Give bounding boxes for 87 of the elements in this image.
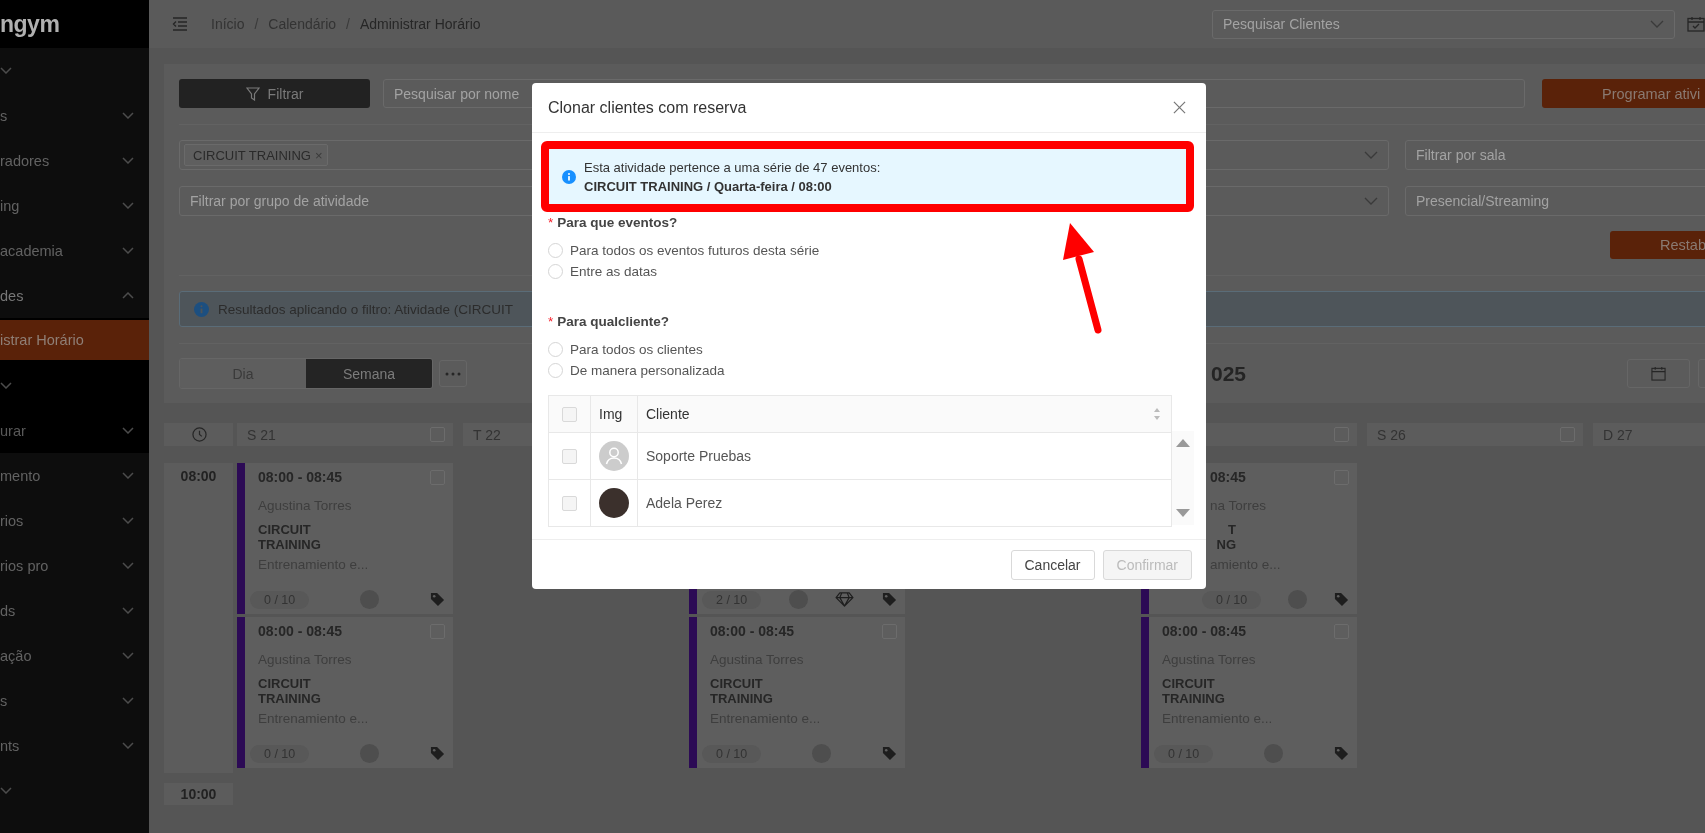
modal-title: Clonar clientes com reserva bbox=[548, 98, 747, 117]
radio-button[interactable] bbox=[548, 363, 563, 378]
sidebar-subitem[interactable]: urar bbox=[0, 408, 149, 453]
sidebar-item[interactable]: rios bbox=[0, 498, 149, 543]
caret-icon bbox=[1364, 151, 1378, 159]
select-all-checkbox[interactable] bbox=[562, 406, 577, 422]
more-dots-icon bbox=[445, 371, 461, 376]
activity-name: CIRCUIT TRAINING bbox=[258, 522, 322, 552]
tag-icon bbox=[881, 592, 897, 607]
info-icon bbox=[562, 169, 576, 184]
event-time: 08:00 - 08:45 bbox=[258, 469, 343, 485]
activity-name: T NG bbox=[1215, 522, 1236, 552]
close-icon[interactable] bbox=[1173, 101, 1186, 114]
logo-text: ngym bbox=[0, 10, 60, 38]
radio-label[interactable]: Para todos os eventos futuros desta série bbox=[570, 243, 820, 258]
sidebar-item[interactable]: rios pro bbox=[0, 543, 149, 588]
activity-name: CIRCUIT TRAINING bbox=[258, 676, 322, 706]
required-mark: * bbox=[548, 313, 554, 331]
view-tab[interactable]: Semana bbox=[306, 359, 432, 388]
breadcrumb-separator: / bbox=[254, 16, 259, 32]
radio-label[interactable]: Para todos os clientes bbox=[570, 342, 703, 357]
event-time: 08:00 - 08:45 bbox=[258, 623, 343, 639]
caret-icon bbox=[1364, 197, 1378, 205]
sidebar-item[interactable]: ing bbox=[0, 183, 149, 228]
column-header[interactable]: Cliente bbox=[646, 406, 690, 422]
row-checkbox[interactable] bbox=[562, 495, 577, 511]
row-checkbox[interactable] bbox=[562, 448, 577, 464]
clock-icon bbox=[192, 427, 207, 442]
table-cell-text: Adela Perez bbox=[645, 494, 724, 513]
tag-icon bbox=[1334, 746, 1349, 761]
event-time: 08:00 - 08:45 bbox=[1162, 623, 1247, 639]
sidebar-item[interactable]: academia bbox=[0, 228, 149, 273]
avatar-placeholder bbox=[788, 590, 808, 609]
radio-label[interactable]: Entre as datas bbox=[570, 264, 658, 279]
cancel-button[interactable]: Cancelar bbox=[1010, 550, 1095, 580]
time-label: 10:00 bbox=[180, 786, 217, 804]
column-header: Img bbox=[591, 396, 638, 432]
sidebar-item[interactable]: des bbox=[0, 273, 149, 318]
room-filter-field[interactable]: Filtrar por sala bbox=[1405, 140, 1705, 170]
menu-icon[interactable] bbox=[172, 17, 188, 31]
avatar-silhouette-icon bbox=[599, 441, 629, 471]
calendar-check-icon[interactable] bbox=[1687, 16, 1705, 32]
sidebar-item[interactable]: s bbox=[0, 93, 149, 138]
sidebar-item[interactable]: ds bbox=[0, 588, 149, 633]
sidebar-item[interactable]: ação bbox=[0, 633, 149, 678]
tag-icon bbox=[430, 592, 445, 607]
more-button[interactable] bbox=[439, 360, 467, 387]
event-time: 08:00 - 08:45 bbox=[710, 623, 795, 639]
tag-icon bbox=[1334, 592, 1349, 607]
caret-icon bbox=[1650, 20, 1664, 28]
question-label: Para que eventos? bbox=[557, 214, 678, 232]
time-label: 08:00 bbox=[180, 468, 217, 486]
avatar-circle bbox=[599, 488, 629, 518]
client-search-field[interactable]: Pesquisar Clientes bbox=[1212, 9, 1675, 39]
tag-icon bbox=[882, 746, 897, 761]
tag-remove-button[interactable]: × bbox=[315, 147, 323, 163]
series-detail: CIRCUIT TRAINING / Quarta-feira / 08:00 bbox=[584, 177, 833, 196]
radio-button[interactable] bbox=[548, 264, 563, 279]
filter-button[interactable]: Filtrar bbox=[179, 79, 370, 108]
sidebar-item[interactable]: nts bbox=[0, 723, 149, 768]
breadcrumb-separator: / bbox=[346, 16, 350, 32]
question-label: Para qualcliente? bbox=[557, 313, 670, 331]
sidebar-item[interactable]: mento bbox=[0, 453, 149, 498]
calendar-icon bbox=[1651, 366, 1666, 381]
sort-icon[interactable] bbox=[1153, 407, 1161, 421]
calendar-title: 025 bbox=[1211, 361, 1247, 386]
activity-name: CIRCUIT TRAINING bbox=[710, 676, 774, 706]
table-cell-text: Soporte Pruebas bbox=[645, 447, 753, 466]
mode-filter-field[interactable]: Presencial/Streaming bbox=[1405, 186, 1705, 216]
tag-icon bbox=[430, 746, 445, 761]
activity-name: CIRCUIT TRAINING bbox=[1162, 676, 1226, 706]
scroll-up-icon[interactable] bbox=[1176, 439, 1190, 447]
funnel-icon bbox=[245, 86, 260, 101]
event-time: 08:45 bbox=[1210, 469, 1246, 485]
info-icon bbox=[194, 301, 209, 317]
series-alert-text: Esta atividade pertence a uma série de 47 eventos: bbox=[584, 158, 881, 177]
sidebar-item[interactable]: radores bbox=[0, 138, 149, 183]
radio-button[interactable] bbox=[548, 243, 563, 258]
scroll-down-icon[interactable] bbox=[1176, 509, 1190, 517]
radio-label[interactable]: De manera personalizada bbox=[570, 363, 725, 378]
date-picker-button[interactable] bbox=[1627, 359, 1690, 388]
required-mark: * bbox=[548, 214, 554, 232]
radio-button[interactable] bbox=[548, 342, 563, 357]
reset-button[interactable]: Restab bbox=[1610, 231, 1705, 259]
sidebar-subitem[interactable]: istrar Horário bbox=[0, 320, 149, 360]
sidebar-item[interactable]: s bbox=[0, 678, 149, 723]
schedule-button[interactable]: Programar ativi bbox=[1542, 79, 1705, 108]
